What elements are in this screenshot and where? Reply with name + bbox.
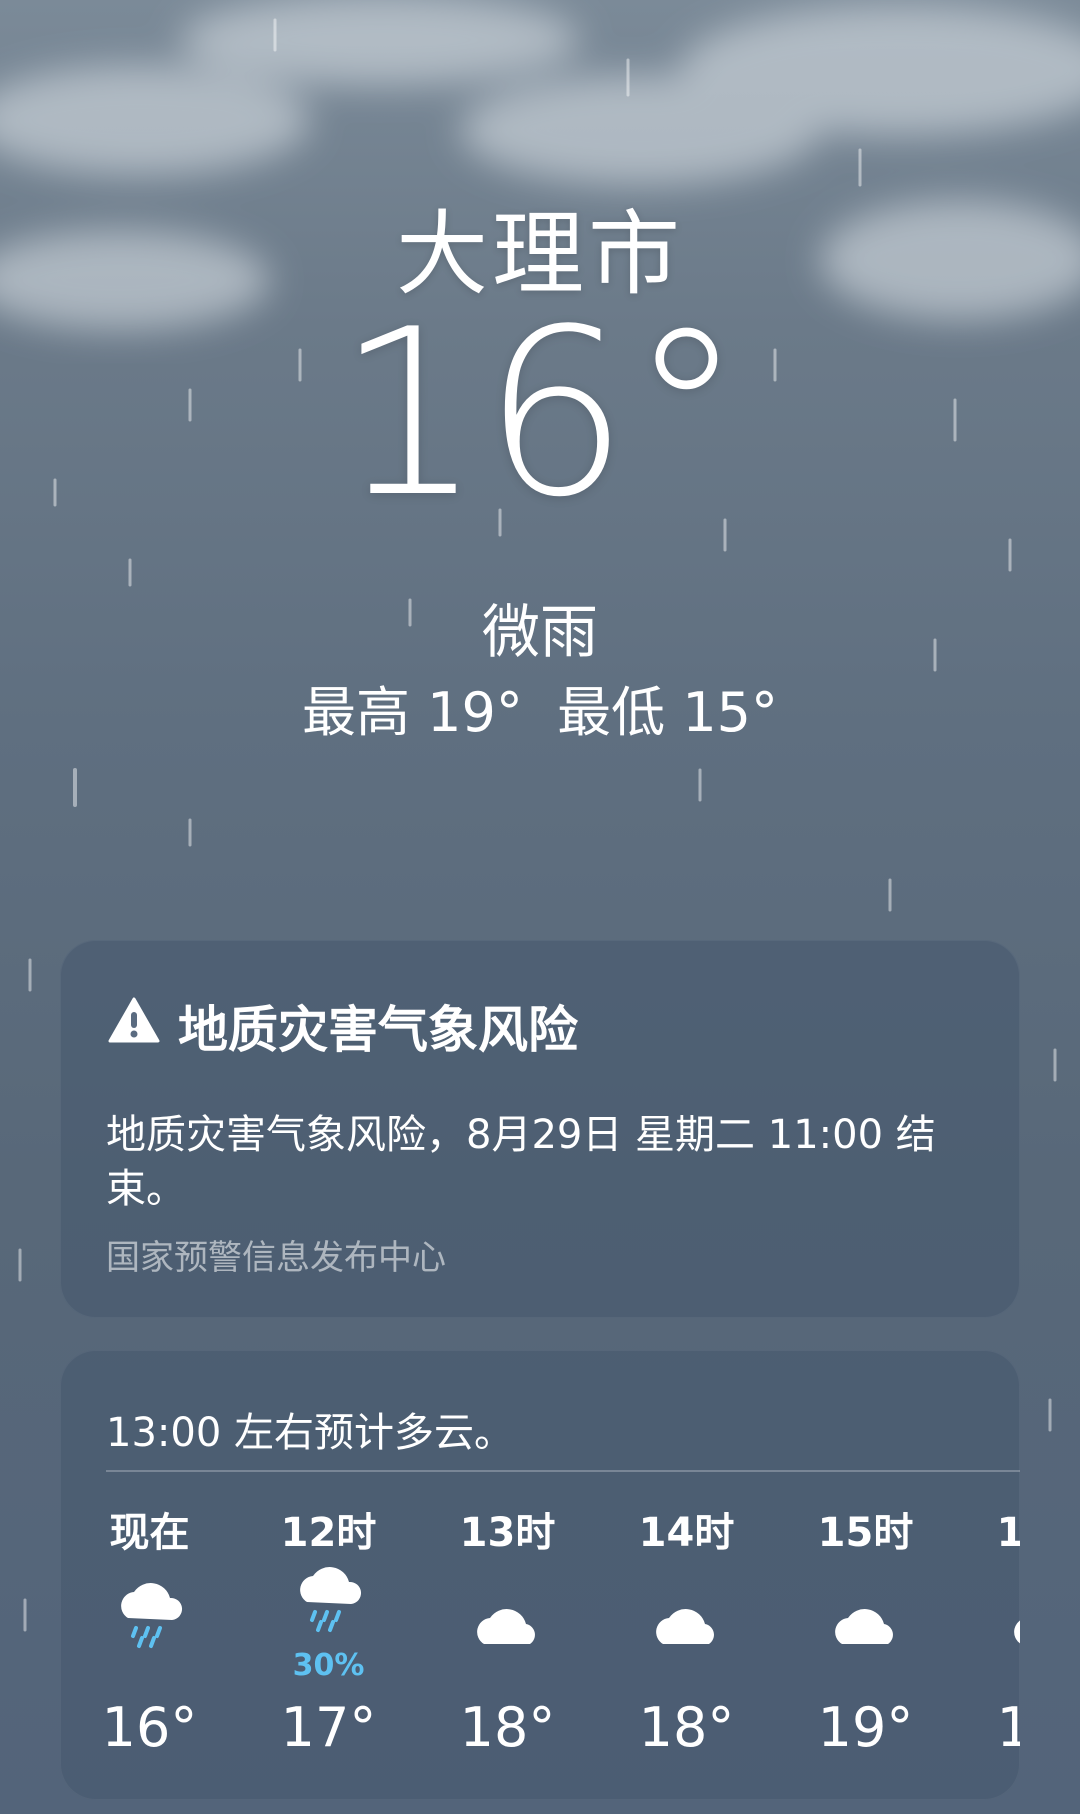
rain-cloud-icon: [121, 1583, 183, 1648]
alert-source: 国家预警信息发布中心: [106, 1238, 446, 1278]
hour-temperature: 16°: [101, 1696, 198, 1759]
hour-label: 16时: [996, 1510, 1020, 1556]
hour-label: 14时: [638, 1510, 735, 1556]
cloud-icon: [835, 1609, 893, 1644]
hour-temperature: 18°: [638, 1696, 735, 1759]
hourly-scroll[interactable]: 现在 16° 12时 30% 17° 13时 18° 14时 18° 15时 1…: [60, 1500, 1020, 1780]
alert-title-row: 地质灾害气象风险: [108, 990, 578, 1062]
hour-temperature: 19°: [996, 1696, 1020, 1759]
hour-item: 16时 19°: [955, 1500, 1020, 1780]
cloud-icon: [1014, 1620, 1020, 1644]
hour-label: 15时: [817, 1510, 914, 1556]
hour-item: 14时 18°: [597, 1500, 776, 1780]
warning-icon: [108, 997, 160, 1055]
hourly-summary: 13:00 左右预计多云。: [106, 1410, 514, 1456]
alert-description: 地质灾害气象风险，8月29日 星期二 11:00 结束。: [106, 1112, 936, 1212]
hour-label: 现在: [109, 1510, 190, 1556]
hour-temperature: 18°: [459, 1696, 556, 1759]
weather-alert-card[interactable]: 地质灾害气象风险 地质灾害气象风险，8月29日 星期二 11:00 结束。 国家…: [60, 940, 1020, 1318]
high-low-temperature: 最高 19° 最低 15°: [301, 681, 779, 744]
alert-title: 地质灾害气象风险: [178, 1001, 578, 1059]
cloud-icon: [656, 1609, 714, 1644]
hour-label: 12时: [280, 1510, 377, 1556]
weather-condition: 微雨: [481, 598, 598, 666]
precipitation-chance: 30%: [292, 1648, 365, 1683]
hour-item: 15时 19°: [776, 1500, 955, 1780]
hour-item: 现在 16°: [60, 1500, 239, 1780]
rain-cloud-icon: [300, 1567, 362, 1632]
divider: [106, 1470, 1020, 1472]
hour-item: 13时 18°: [418, 1500, 597, 1780]
hour-item: 12时 30% 17°: [239, 1500, 418, 1780]
hour-temperature: 17°: [280, 1696, 377, 1759]
current-temperature: 16°: [336, 281, 744, 548]
hour-temperature: 19°: [817, 1696, 914, 1759]
hour-label: 13时: [459, 1510, 556, 1556]
hourly-forecast-card[interactable]: 13:00 左右预计多云。 现在 16° 12时 30% 17° 13时 18°…: [60, 1350, 1020, 1800]
cloud-icon: [477, 1609, 535, 1644]
